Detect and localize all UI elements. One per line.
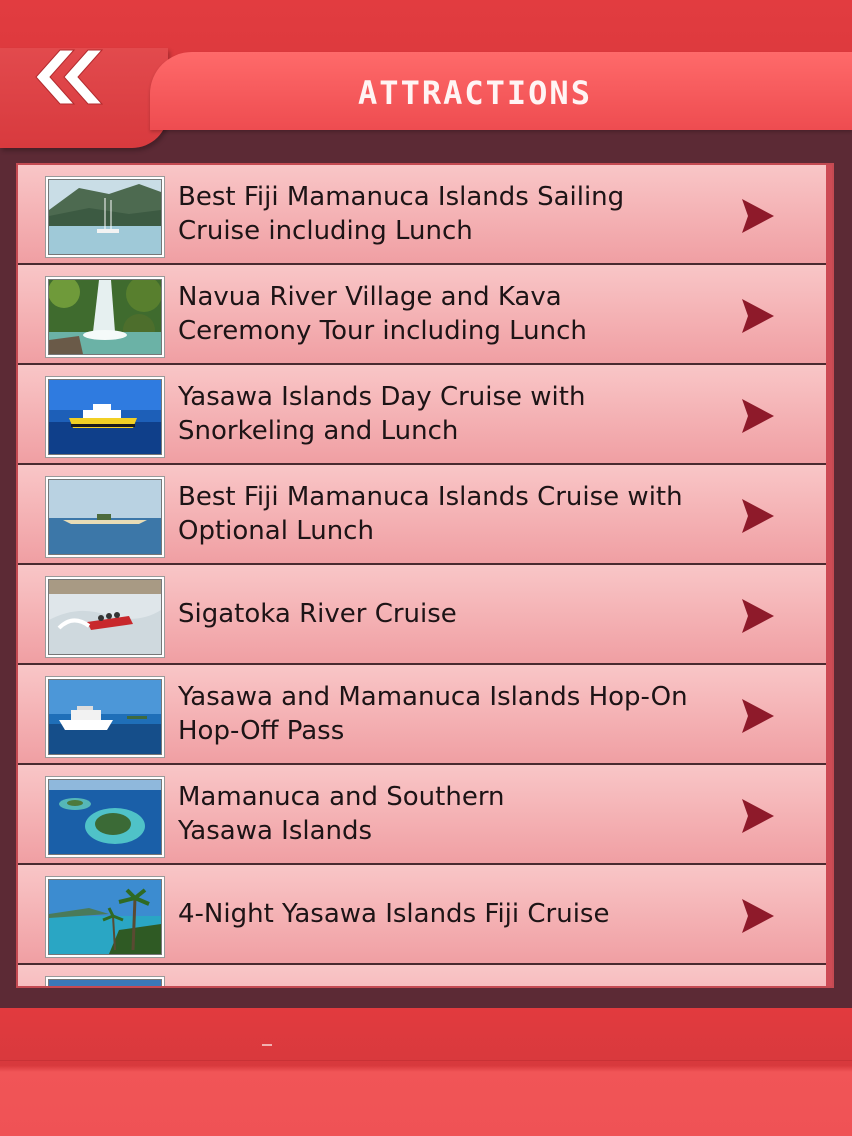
attraction-title: Sigatoka River Cruise [178,599,457,629]
attraction-title: Best Fiji Mamanuca Islands Sailing Cruis… [178,182,625,246]
list-item[interactable] [18,965,826,986]
list-item[interactable]: Sigatoka River Cruise [18,565,826,665]
chevron-right-icon [742,399,774,433]
page-title: ATTRACTIONS [358,74,592,112]
list-item[interactable]: Navua River Village and Kava Ceremony To… [18,265,826,365]
chevron-right-icon [742,299,774,333]
attraction-title: 4-Night Yasawa Islands Fiji Cruise [178,899,610,929]
list-item[interactable]: 4-Night Yasawa Islands Fiji Cruise [18,865,826,965]
list-item[interactable]: Mamanuca and Southern Yasawa Islands [18,765,826,865]
partial-photo [48,979,162,986]
bottom-divider [0,1060,852,1061]
waterfall-photo [48,279,162,355]
attraction-title: Yasawa Islands Day Cruise with Snorkelin… [178,382,586,446]
chevron-right-icon [742,599,774,633]
title-bar: ATTRACTIONS [150,52,852,130]
chevron-right-icon [742,699,774,733]
sailboat-bay-photo [48,179,162,255]
list-item[interactable]: Yasawa and Mamanuca Islands Hop-On Hop-O… [18,665,826,765]
list-item[interactable]: Yasawa Islands Day Cruise with Snorkelin… [18,365,826,465]
list-item[interactable]: Best Fiji Mamanuca Islands Cruise with O… [18,465,826,565]
attraction-title [178,965,738,986]
chevron-right-icon [742,499,774,533]
jet-boat-photo [48,579,162,655]
back-button[interactable] [30,48,110,106]
bottom-bar [0,1008,852,1136]
double-chevron-left-icon[interactable] [30,48,110,106]
chevron-right-icon [742,899,774,933]
yellow-cruise-boat-photo [48,379,162,455]
aerial-island-photo [48,779,162,855]
bottom-mark [262,1044,272,1046]
palm-beach-photo [48,879,162,955]
catamaran-ferry-photo [48,679,162,755]
chevron-right-icon [742,199,774,233]
chevron-right-icon [742,799,774,833]
attraction-title: Yasawa and Mamanuca Islands Hop-On Hop-O… [178,682,688,746]
sandbar-island-photo [48,479,162,555]
attraction-title: Mamanuca and Southern Yasawa Islands [178,782,505,846]
attractions-list[interactable]: Best Fiji Mamanuca Islands Sailing Cruis… [16,163,834,988]
attraction-title: Navua River Village and Kava Ceremony To… [178,282,587,346]
list-item[interactable]: Best Fiji Mamanuca Islands Sailing Cruis… [18,165,826,265]
attraction-title: Best Fiji Mamanuca Islands Cruise with O… [178,482,683,546]
